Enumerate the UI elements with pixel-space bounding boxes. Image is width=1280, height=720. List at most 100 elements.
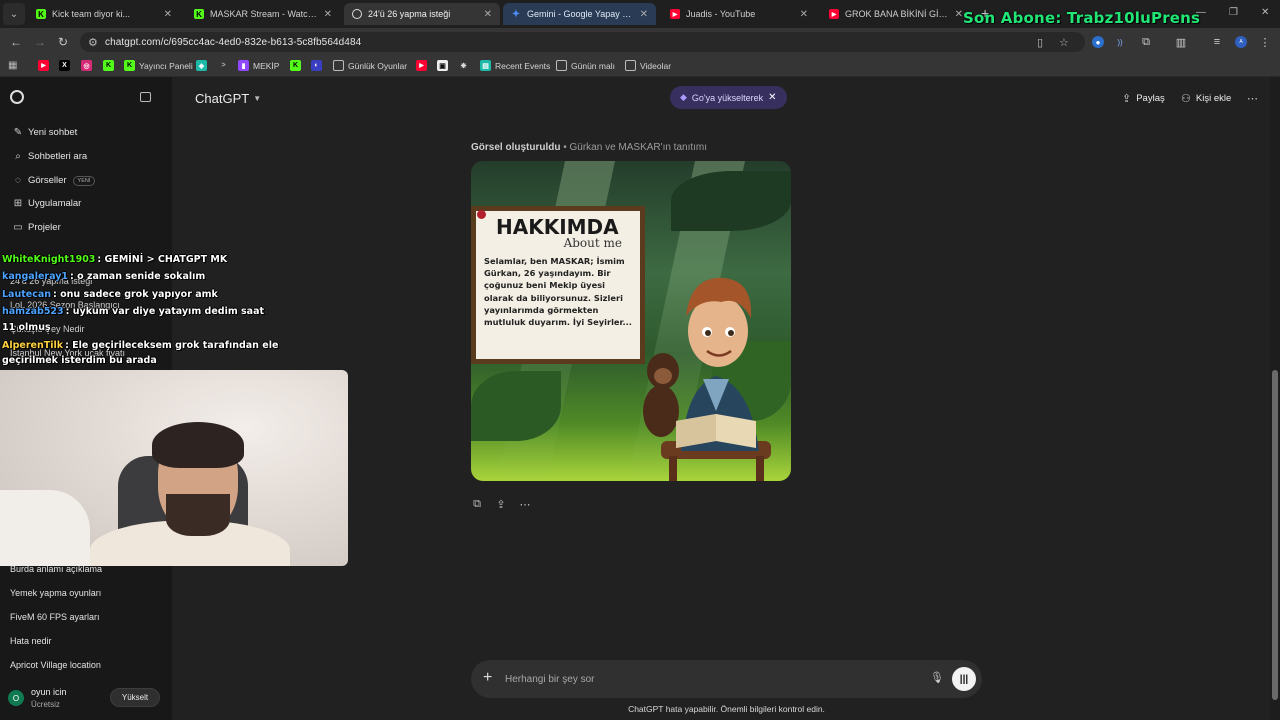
bookmark-image[interactable]: ▣ (437, 60, 452, 71)
kick-icon: K (103, 60, 114, 71)
openai-icon: ❋ (460, 62, 467, 70)
tab-youtube-juadis[interactable]: ▶ Juadis - YouTube ✕ (662, 3, 816, 25)
chatgpt-icon (352, 9, 362, 19)
bookmark-gunun-mali[interactable]: Günün malı (556, 60, 615, 71)
cartoon-character (643, 277, 771, 481)
share-icon[interactable]: ⇪ (495, 498, 507, 511)
more-dots-icon[interactable]: ⋯ (519, 498, 531, 511)
bookmark-openai[interactable]: ❋ (458, 60, 473, 71)
close-icon[interactable]: ✕ (324, 9, 332, 20)
bookmark-yayinci-paneli[interactable]: K Yayıncı Paneli (124, 60, 193, 71)
bookmark-app[interactable]: ◈ (196, 60, 211, 71)
audio-extension-icon[interactable]: )) (1114, 36, 1126, 48)
tab-maskar-stream[interactable]: K MASKAR Stream - Watch Live o ✕ (186, 3, 340, 25)
reload-icon[interactable]: ↻ (58, 35, 68, 49)
plus-icon[interactable]: + (483, 669, 492, 687)
bookmark-videolar[interactable]: Videolar (625, 60, 671, 71)
chat-item[interactable]: FiveM 60 FPS ayarları (10, 612, 100, 622)
sidepanel-icon[interactable]: ▥ (1175, 36, 1187, 49)
scroll-thumb[interactable] (1272, 370, 1278, 700)
url-bar[interactable]: ⚙ chatgpt.com/c/695cc4ac-4ed0-832e-b613-… (80, 32, 1085, 52)
bookmark-kick-2[interactable]: K (290, 60, 305, 71)
close-icon[interactable]: ✕ (955, 9, 963, 20)
tab-youtube-grok[interactable]: ▶ GROK BANA BİKİNİ GİYDİR. (re ✕ (821, 3, 971, 25)
tab-kick-team[interactable]: K Kick team diyor ki... ✕ (28, 3, 180, 25)
instagram-icon: ◎ (81, 60, 92, 71)
tab-chatgpt[interactable]: 24'ü 26 yapma isteği ✕ (344, 3, 500, 25)
bookmark-stream[interactable]: > (218, 60, 233, 71)
chat-item[interactable]: Apricot Village location (10, 660, 101, 670)
apps-grid-icon[interactable]: ▦ (8, 60, 17, 71)
avatar: O (8, 690, 24, 706)
menu-dots-icon[interactable]: ⋮ (1259, 36, 1271, 49)
url-text[interactable]: chatgpt.com/c/695cc4ac-4ed0-832e-b613-5c… (105, 37, 361, 48)
sidebar-item-apps[interactable]: ⊞ Uygulamalar (12, 198, 82, 209)
media-icon[interactable]: ≡ (1211, 36, 1223, 48)
tab-gemini[interactable]: ✦ Gemini - Google Yapay Zeka'y ✕ (503, 3, 656, 25)
chat-item[interactable]: Hata nedir (10, 636, 52, 646)
youtube-icon: ▶ (38, 60, 49, 71)
bookmark-star-icon[interactable]: ☆ (1059, 36, 1069, 49)
upgrade-button[interactable]: Yükselt (110, 688, 160, 707)
close-window-icon[interactable]: ✕ (1261, 7, 1269, 18)
profile-icon[interactable]: A (1235, 36, 1247, 48)
new-badge: YENİ (72, 175, 96, 186)
bookmark-x[interactable]: X (59, 60, 74, 71)
extension-icon[interactable]: ● (1092, 36, 1104, 48)
upgrade-go-pill[interactable]: ◆ Go'ya yükselterek ✕ (670, 86, 787, 109)
sidebar-item-projects[interactable]: ▭ Projeler (12, 222, 60, 233)
sidebar-toggle-icon[interactable] (140, 92, 151, 102)
share-icon: ⇪ (1122, 93, 1132, 105)
close-icon[interactable]: ✕ (164, 9, 172, 20)
webcam-person-beard (166, 494, 230, 536)
folder-icon (625, 60, 636, 71)
sidebar-item-new-chat[interactable]: ✎ Yeni sohbet (12, 127, 78, 138)
puzzle-icon[interactable]: ⧉ (1140, 36, 1152, 48)
microphone-icon[interactable]: 🎙 (930, 671, 944, 684)
back-icon[interactable]: ← (10, 35, 22, 49)
stream-chat-message: 11 olmuş (2, 322, 51, 333)
add-person-button[interactable]: ⚇ Kişi ekle (1181, 92, 1231, 105)
pin-icon (477, 210, 486, 219)
youtube-icon: ▶ (670, 9, 680, 19)
close-icon[interactable]: ✕ (800, 9, 808, 20)
discord-icon: ◐ (311, 60, 322, 71)
chat-item[interactable]: Yemek yapma oyunları (10, 588, 101, 598)
voice-mode-icon[interactable]: ||| (952, 667, 976, 691)
sign-title: HAKKIMDA (496, 215, 619, 239)
main-scrollbar[interactable] (1270, 77, 1280, 720)
image-caption: Görsel oluşturuldu • Gürkan ve MASKAR'ın… (471, 142, 708, 153)
bookmark-mekip[interactable]: ▮ MEKİP (238, 60, 279, 71)
image-icon: ◌ (15, 175, 21, 186)
person-add-icon: ⚇ (1181, 93, 1191, 105)
share-button[interactable]: ⇪ Paylaş (1122, 92, 1165, 105)
account-row[interactable]: O oyun icin Ücretsiz Yükselt (8, 685, 164, 715)
bookmark-discord[interactable]: ◐ (311, 60, 326, 71)
close-icon[interactable]: ✕ (768, 92, 776, 103)
bookmark-gunluk-oyunlar[interactable]: Günlük Oyunlar (333, 60, 407, 71)
close-icon[interactable]: ✕ (484, 9, 492, 20)
bookmark-instagram[interactable]: ◎ (81, 60, 96, 71)
restore-icon[interactable]: ❐ (1229, 7, 1238, 18)
bookmark-kick[interactable]: K (103, 60, 118, 71)
bookmark-youtube-2[interactable]: ▶ (416, 60, 431, 71)
more-options-button[interactable]: ⋯ (1247, 92, 1258, 105)
user-plan: Ücretsiz (31, 700, 60, 709)
sidebar-item-search[interactable]: ⌕ Sohbetleri ara (12, 151, 87, 162)
stream-chat-message: kangaleray1: o zaman senide sokalım (2, 271, 206, 282)
user-name: oyun icin (31, 687, 67, 697)
bookmark-recent-events[interactable]: ▤ Recent Events (480, 60, 550, 71)
forward-icon[interactable]: → (34, 35, 46, 49)
tab-search-button[interactable]: ⌄ (3, 3, 25, 25)
generated-image[interactable]: HAKKIMDA About me Selamlar, ben MASKAR; … (471, 161, 791, 481)
model-selector[interactable]: ChatGPT ▼ (195, 91, 261, 106)
sidebar-item-images[interactable]: ◌ Görseller YENİ (12, 175, 96, 186)
bookmark-youtube[interactable]: ▶ (38, 60, 53, 71)
page-icon[interactable]: ▯ (1037, 36, 1043, 49)
copy-icon[interactable]: ⧉ (471, 498, 483, 511)
chatgpt-logo-icon[interactable] (10, 90, 24, 104)
prompt-input[interactable] (505, 670, 905, 688)
close-icon[interactable]: ✕ (640, 9, 648, 20)
site-info-icon[interactable]: ⚙ (88, 36, 98, 49)
kick-icon: K (124, 60, 135, 71)
